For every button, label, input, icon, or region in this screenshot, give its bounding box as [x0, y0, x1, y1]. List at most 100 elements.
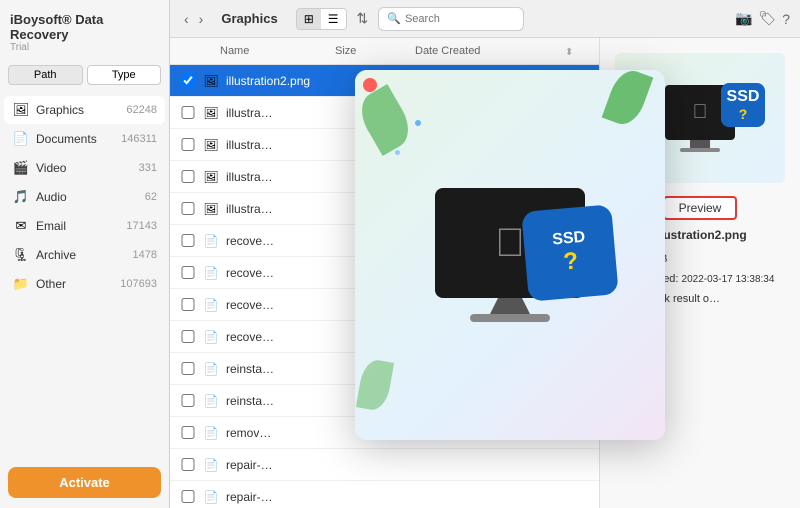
sidebar-item-archive[interactable]: 🗜 Archive 1478 [4, 241, 165, 269]
sidebar-item-audio[interactable]: 🎵 Audio 62 [4, 183, 165, 211]
sidebar-item-other[interactable]: 📁 Other 107693 [4, 270, 165, 298]
file-name: recove… [226, 266, 359, 280]
leaf3 [356, 358, 394, 412]
big-imac-base [470, 314, 550, 322]
row-checkbox[interactable] [180, 458, 196, 471]
sidebar-item-graphics[interactable]: 🖼 Graphics 62248 [4, 96, 165, 124]
grid-view-btn[interactable]: ⊞ [297, 9, 321, 29]
camera-icon[interactable]: 📷 [735, 10, 752, 27]
search-input[interactable] [405, 13, 515, 25]
sidebar-item-documents[interactable]: 📄 Documents 146311 [4, 125, 165, 153]
sidebar-count-video: 331 [139, 162, 157, 174]
tag-icon[interactable]: 🏷 [758, 10, 776, 27]
imac-base [680, 148, 720, 152]
imac-stand [690, 140, 710, 148]
table-row[interactable]: 📄 repair-… [170, 449, 599, 481]
sidebar: iBoysoft® Data Recovery Trial Path Type … [0, 0, 170, 508]
tab-path[interactable]: Path [8, 65, 83, 85]
big-apple-logo:  [495, 221, 525, 266]
sidebar-item-email[interactable]: ✉ Email 17143 [4, 212, 165, 240]
sidebar-count-archive: 1478 [133, 249, 157, 261]
sidebar-icon-email: ✉ [12, 217, 30, 235]
big-imac:  SSD ? [435, 188, 585, 322]
row-checkbox[interactable] [180, 330, 196, 343]
row-checkbox[interactable] [180, 298, 196, 311]
sidebar-icon-video: 🎬 [12, 159, 30, 177]
file-type-icon: 📄 [202, 456, 220, 474]
big-imac-stand [490, 298, 530, 314]
preview-button[interactable]: Preview [663, 196, 738, 220]
main-content-wrapper: ‹ › Graphics ⊞ ☰ ⇅ 🔍 📷 🏷 ? [170, 0, 800, 508]
toolbar-right: 📷 🏷 ? [735, 10, 790, 27]
sidebar-item-video[interactable]: 🎬 Video 331 [4, 154, 165, 182]
back-button[interactable]: ‹ [180, 9, 193, 29]
row-checkbox[interactable] [180, 74, 196, 87]
file-type-icon: 📄 [202, 488, 220, 506]
file-name: illustration2.png [226, 74, 359, 88]
filter-button[interactable]: ⇅ [357, 10, 369, 27]
row-checkbox[interactable] [180, 234, 196, 247]
file-type-icon: 📄 [202, 424, 220, 442]
ssd-question: ? [739, 106, 748, 122]
file-type-icon: 📄 [202, 360, 220, 378]
sidebar-label-audio: Audio [36, 190, 145, 204]
list-view-btn[interactable]: ☰ [321, 9, 346, 29]
forward-button[interactable]: › [195, 9, 208, 29]
preview-filename: illustration2.png [653, 228, 746, 242]
app-trial: Trial [10, 42, 159, 53]
row-checkbox[interactable] [180, 490, 196, 503]
file-name: illustra… [226, 138, 359, 152]
col-size-header: Size [335, 45, 415, 57]
row-checkbox[interactable] [180, 170, 196, 183]
tab-type[interactable]: Type [87, 65, 162, 85]
sidebar-footer: Activate [0, 457, 169, 508]
row-checkbox[interactable] [180, 202, 196, 215]
preview-date-value: 2022-03-17 13:38:34 [682, 274, 775, 285]
big-ssd-text: SSD [552, 229, 586, 250]
row-checkbox[interactable] [180, 362, 196, 375]
file-type-icon: 📄 [202, 296, 220, 314]
leaf1 [355, 84, 417, 156]
big-ssd: SSD ? [521, 204, 619, 302]
activate-button[interactable]: Activate [8, 467, 161, 498]
row-checkbox[interactable] [180, 266, 196, 279]
file-name: reinsta… [226, 394, 359, 408]
col-name-header: Name [220, 45, 335, 57]
big-ssd-question: ? [562, 247, 579, 276]
file-list-header: Name Size Date Created ⬍ [170, 38, 599, 65]
row-checkbox[interactable] [180, 394, 196, 407]
toolbar: ‹ › Graphics ⊞ ☰ ⇅ 🔍 📷 🏷 ? [170, 0, 800, 38]
sidebar-count-email: 17143 [126, 220, 157, 232]
path-type-tabs: Path Type [0, 57, 169, 93]
row-checkbox[interactable] [180, 426, 196, 439]
file-name: reinsta… [226, 362, 359, 376]
dot2 [395, 150, 400, 155]
sidebar-label-documents: Documents [36, 132, 121, 146]
file-name: illustra… [226, 202, 359, 216]
search-icon: 🔍 [387, 12, 401, 25]
file-type-icon: 🖼 [202, 104, 220, 122]
file-type-icon: 🖼 [202, 168, 220, 186]
file-type-icon: 📄 [202, 328, 220, 346]
file-type-icon: 📄 [202, 264, 220, 282]
table-row[interactable]: 📄 repair-… [170, 481, 599, 508]
col-date-header: Date Created [415, 45, 565, 57]
help-icon[interactable]: ? [782, 10, 790, 27]
file-type-icon: 🖼 [202, 200, 220, 218]
col-action-header: ⬍ [565, 42, 589, 60]
sidebar-label-archive: Archive [36, 248, 133, 262]
row-checkbox[interactable] [180, 106, 196, 119]
sidebar-icon-documents: 📄 [12, 130, 30, 148]
row-checkbox[interactable] [180, 138, 196, 151]
apple-logo:  [693, 101, 708, 124]
file-type-icon: 🖼 [202, 72, 220, 90]
ssd-badge: SSD ? [721, 83, 765, 127]
sidebar-icon-audio: 🎵 [12, 188, 30, 206]
sidebar-count-audio: 62 [145, 191, 157, 203]
file-type-icon: 🖼 [202, 136, 220, 154]
file-name: repair-… [226, 458, 359, 472]
sidebar-items: 🖼 Graphics 62248 📄 Documents 146311 🎬 Vi… [0, 93, 169, 457]
view-toggle: ⊞ ☰ [296, 8, 347, 30]
search-box: 🔍 [378, 7, 524, 31]
sort-icon: ⬍ [565, 47, 573, 58]
